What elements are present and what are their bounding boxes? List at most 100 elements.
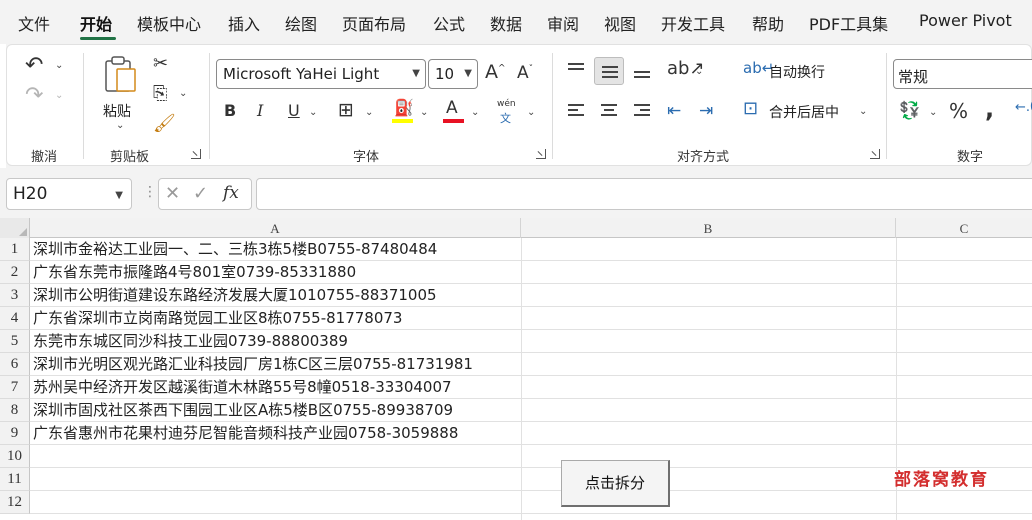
copy-dropdown-chevron-icon[interactable]: ⌄ <box>179 89 187 99</box>
redo-icon[interactable]: ↷ <box>25 85 43 107</box>
align-left-button[interactable] <box>561 97 591 125</box>
accounting-format-icon[interactable]: 💱 <box>899 103 920 120</box>
row-header[interactable]: 9 <box>0 422 30 445</box>
insert-function-icon[interactable]: fx <box>223 185 239 202</box>
select-all-corner[interactable] <box>0 218 30 238</box>
font-color-a-icon: A <box>446 98 458 118</box>
align-top-button[interactable] <box>561 57 591 85</box>
cell-a6[interactable]: 深圳市光明区观光路汇业科技园厂房1栋C区三层0755-81731981 <box>33 353 473 376</box>
row-header[interactable]: 7 <box>0 376 30 399</box>
increase-decimal-icon[interactable]: ←.0 <box>1015 101 1032 114</box>
fill-bucket-icon: ⛽ <box>394 98 414 117</box>
menu-draw[interactable]: 绘图 <box>285 11 317 35</box>
align-center-button[interactable] <box>594 97 624 125</box>
menu-power-pivot[interactable]: Power Pivot <box>919 11 1012 30</box>
formula-input[interactable] <box>256 178 1032 210</box>
cell-a9[interactable]: 广东省惠州市花果村迪芬尼智能音频科技产业园0758-3059888 <box>33 422 458 445</box>
row-header[interactable]: 8 <box>0 399 30 422</box>
undo-icon[interactable]: ↶ <box>25 55 43 77</box>
menu-help[interactable]: 帮助 <box>752 11 784 35</box>
cell-a3[interactable]: 深圳市公明街道建设东路经济发展大厦1010755-88371005 <box>33 284 437 307</box>
menu-template-center[interactable]: 模板中心 <box>137 11 201 35</box>
menu-developer[interactable]: 开发工具 <box>661 11 725 35</box>
decrease-font-size-icon[interactable]: Aˇ <box>517 65 533 82</box>
font-launcher-icon[interactable] <box>536 149 546 159</box>
increase-font-size-icon[interactable]: A^ <box>485 63 506 82</box>
fill-color-dropdown-chevron-icon[interactable]: ⌄ <box>420 108 428 118</box>
row-divider <box>30 513 1032 514</box>
menu-file[interactable]: 文件 <box>18 11 50 35</box>
align-middle-button[interactable] <box>594 57 624 85</box>
row-header[interactable]: 12 <box>0 491 30 514</box>
font-color-button[interactable]: A <box>442 100 468 124</box>
menu-home[interactable]: 开始 <box>80 11 112 35</box>
ribbon-panel: ↶ ⌄ ↷ ⌄ 撤消 粘贴 ⌄ ✂ ⎘ ⌄ 🖌 剪贴板 Microsoft Ya… <box>6 44 1032 166</box>
phonetic-guide-button[interactable]: wén 文 <box>495 99 523 125</box>
number-format-select[interactable]: 常规 <box>893 59 1032 89</box>
copy-icon[interactable]: ⎘ <box>153 85 167 103</box>
cell-a4[interactable]: 广东省深圳市立岗南路觉园工业区8栋0755-81778073 <box>33 307 402 330</box>
split-button[interactable]: 点击拆分 <box>561 460 670 507</box>
menu-insert[interactable]: 插入 <box>228 11 260 35</box>
font-name-select[interactable]: Microsoft YaHei Light ▼ <box>216 59 426 89</box>
row-header[interactable]: 11 <box>0 468 30 491</box>
row-header[interactable]: 2 <box>0 261 30 284</box>
enter-check-icon[interactable]: ✓ <box>193 185 208 203</box>
italic-icon[interactable]: I <box>257 103 263 119</box>
bold-icon[interactable]: B <box>224 103 236 119</box>
paste-dropdown-chevron-icon: ⌄ <box>116 120 125 131</box>
row-header[interactable]: 4 <box>0 307 30 330</box>
column-header-a[interactable]: A <box>30 218 521 238</box>
cell-a5[interactable]: 东莞市东城区同沙科技工业园0739-88800389 <box>33 330 348 353</box>
comma-style-icon[interactable]: , <box>985 97 994 121</box>
fill-color-button[interactable]: ⛽ <box>391 100 417 124</box>
row-header[interactable]: 10 <box>0 445 30 468</box>
cancel-icon[interactable]: ✕ <box>165 185 180 203</box>
group-separator <box>552 53 553 159</box>
decrease-indent-icon[interactable]: ⇤ <box>667 103 681 120</box>
column-header-c[interactable]: C <box>896 218 1032 238</box>
align-right-button[interactable] <box>627 97 657 125</box>
row-header[interactable]: 3 <box>0 284 30 307</box>
font-color-dropdown-chevron-icon[interactable]: ⌄ <box>471 108 479 118</box>
worksheet-grid[interactable]: A B C 1 2 3 4 5 6 7 8 9 10 11 12 深圳市金裕达工… <box>0 218 1032 520</box>
underline-dropdown-chevron-icon[interactable]: ⌄ <box>309 108 317 118</box>
menu-formulas[interactable]: 公式 <box>433 11 465 35</box>
row-header[interactable]: 6 <box>0 353 30 376</box>
row-header[interactable]: 1 <box>0 238 30 261</box>
paste-button[interactable]: 粘贴 ⌄ <box>99 53 143 133</box>
clipboard-launcher-icon[interactable] <box>191 149 201 159</box>
menu-review[interactable]: 审阅 <box>547 11 579 35</box>
phonetic-dropdown-chevron-icon[interactable]: ⌄ <box>527 108 535 118</box>
font-name-value: Microsoft YaHei Light <box>223 65 380 83</box>
borders-icon[interactable]: ⊞ <box>338 101 354 120</box>
menu-data[interactable]: 数据 <box>490 11 522 35</box>
menu-page-layout[interactable]: 页面布局 <box>342 11 406 35</box>
orientation-dropdown-chevron-icon[interactable]: ⌄ <box>695 67 703 77</box>
group-separator <box>83 53 84 159</box>
menu-view[interactable]: 视图 <box>604 11 636 35</box>
cell-a7[interactable]: 苏州吴中经济开发区越溪街道木林路55号8幢0518-33304007 <box>33 376 452 399</box>
name-box[interactable]: H20 ▼ <box>6 178 132 210</box>
borders-dropdown-chevron-icon[interactable]: ⌄ <box>365 108 373 118</box>
cell-a8[interactable]: 深圳市固戍社区茶西下围园工业区A栋5楼B区0755-89938709 <box>33 399 453 422</box>
wrap-text-button[interactable]: ab↵ 自动换行 <box>743 59 839 85</box>
accounting-dropdown-chevron-icon[interactable]: ⌄ <box>929 108 937 118</box>
percent-style-icon[interactable]: % <box>949 101 968 121</box>
redo-dropdown-chevron-icon[interactable]: ⌄ <box>55 91 63 101</box>
cell-a2[interactable]: 广东省东莞市振隆路4号801室0739-85331880 <box>33 261 356 284</box>
column-header-b[interactable]: B <box>521 218 896 238</box>
formula-bar-handle-icon[interactable]: ⋮ <box>143 184 157 200</box>
undo-dropdown-chevron-icon[interactable]: ⌄ <box>55 61 63 71</box>
font-size-select[interactable]: 10 ▼ <box>428 59 478 89</box>
cut-icon[interactable]: ✂ <box>153 55 168 73</box>
row-header[interactable]: 5 <box>0 330 30 353</box>
format-painter-icon[interactable]: 🖌 <box>153 115 176 133</box>
menu-pdf-tools[interactable]: PDF工具集 <box>809 11 888 35</box>
underline-icon[interactable]: U <box>288 103 300 119</box>
increase-indent-icon[interactable]: ⇥ <box>699 103 713 120</box>
merge-center-button[interactable]: ⊡ 合并后居中 ⌄ <box>743 99 873 125</box>
align-bottom-button[interactable] <box>627 57 657 85</box>
alignment-launcher-icon[interactable] <box>870 149 880 159</box>
cell-a1[interactable]: 深圳市金裕达工业园一、二、三栋3栋5楼B0755-87480484 <box>33 238 437 261</box>
